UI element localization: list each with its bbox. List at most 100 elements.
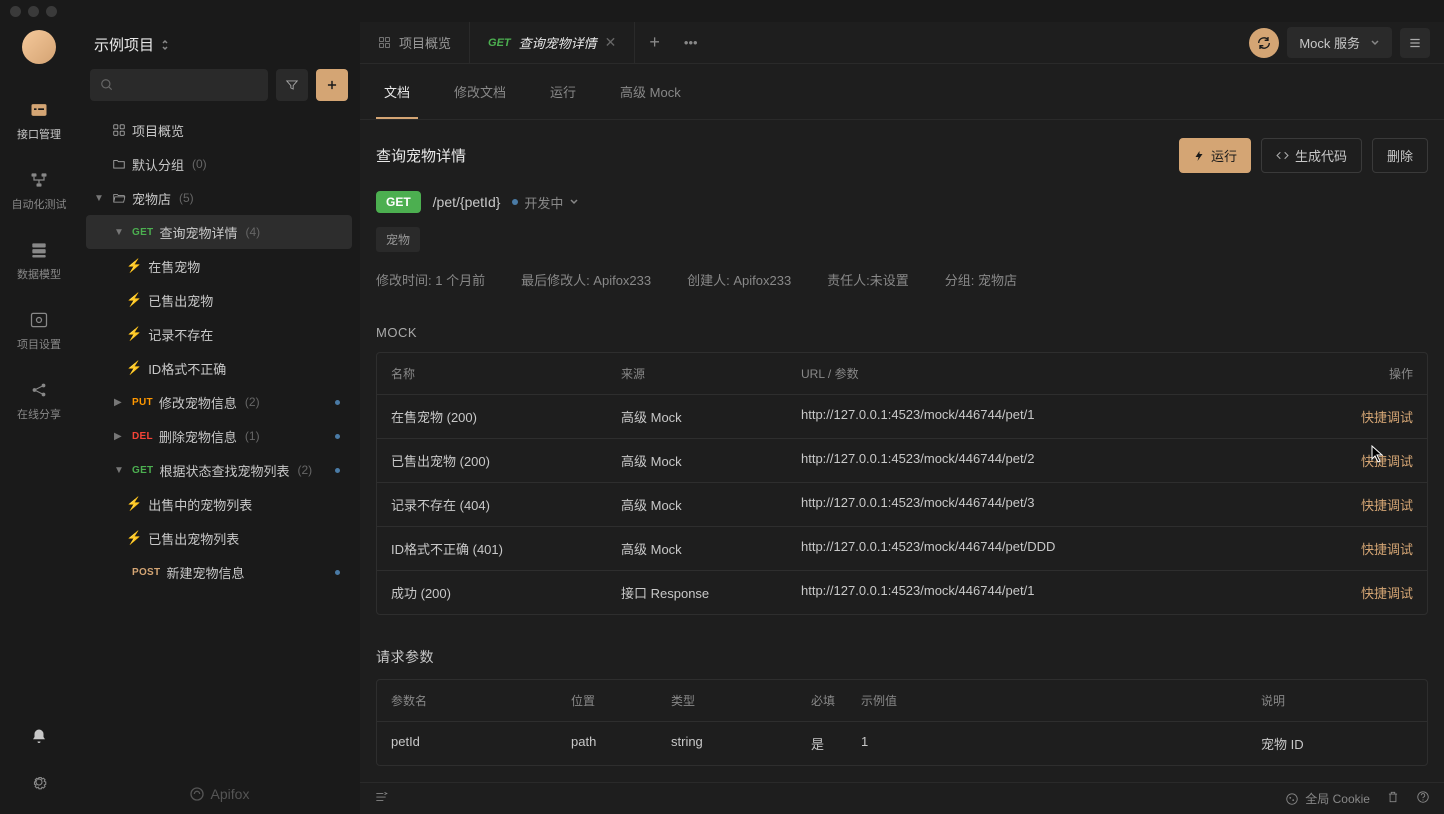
tree-label: 查询宠物详情 [159,223,237,242]
trash-button[interactable] [1386,790,1400,807]
tree-del-pet[interactable]: ▶ DEL 删除宠物信息 (1) [86,419,352,453]
minimize-window-icon[interactable] [28,6,39,17]
col-header: 说明 [1261,692,1413,709]
tree-overview[interactable]: 项目概览 [86,113,352,147]
meta-row: 修改时间: 1 个月前 最后修改人: Apifox233 创建人: Apifox… [376,270,1428,289]
new-tab-button[interactable]: + [635,22,674,63]
close-window-icon[interactable] [10,6,21,17]
chevron-down-icon: ▼ [114,465,126,476]
settings-panel-icon [29,310,49,330]
tree-resp-sold[interactable]: ⚡ 已售出宠物 [86,283,352,317]
gear-icon[interactable] [30,773,48,794]
project-selector[interactable]: 示例项目 [86,22,352,69]
collapse-panel-button[interactable] [374,790,388,807]
avatar[interactable] [22,30,56,64]
bolt-icon [1193,150,1205,162]
delete-button[interactable]: 删除 [1372,138,1428,173]
tree-resp-sold-list[interactable]: ⚡ 已售出宠物列表 [86,521,352,555]
sync-button[interactable] [1249,28,1279,58]
tree-resp-on-sale[interactable]: ⚡ 在售宠物 [86,249,352,283]
cell-name: ID格式不正确 (401) [391,539,621,558]
help-button[interactable] [1416,790,1430,807]
status-dot-icon [335,434,340,439]
tree-get-by-status[interactable]: ▼ GET 根据状态查找宠物列表 (2) [86,453,352,487]
menu-icon [1408,36,1422,50]
subtab-advanced-mock[interactable]: 高级 Mock [612,64,689,119]
cell-param-pos: path [571,734,671,753]
run-button[interactable]: 运行 [1179,138,1251,173]
tree-get-pet-detail[interactable]: ▼ GET 查询宠物详情 (4) [86,215,352,249]
meta-modifier: 最后修改人: Apifox233 [521,270,651,289]
sync-icon [1256,35,1272,51]
tree-post-pet[interactable]: POST 新建宠物信息 [86,555,352,589]
tab-overview[interactable]: 项目概览 [360,22,470,63]
method-badge: DEL [132,431,153,442]
generate-code-button[interactable]: 生成代码 [1261,138,1362,173]
brand-label: Apifox [211,786,250,802]
search-icon [100,78,114,92]
subtab-run[interactable]: 运行 [542,64,584,119]
tree-count: (2) [245,395,260,409]
sub-tabs: 文档 修改文档 运行 高级 Mock [360,64,1444,120]
menu-button[interactable] [1400,28,1430,58]
tree-label: 新建宠物信息 [166,563,244,582]
api-icon [29,100,49,120]
subtab-doc[interactable]: 文档 [376,64,418,119]
plus-icon [325,78,339,92]
chevron-down-icon [569,197,579,207]
quick-debug-button[interactable]: 快捷调试 [1343,407,1413,426]
col-header: 操作 [1343,365,1413,382]
chevron-down-icon: ▼ [94,193,106,204]
tree-label: 项目概览 [132,121,184,140]
cell-source: 接口 Response [621,583,801,602]
tree-resp-not-found[interactable]: ⚡ 记录不存在 [86,317,352,351]
tree-count: (2) [297,463,312,477]
cell-name: 成功 (200) [391,583,621,602]
filter-button[interactable] [276,69,308,101]
add-button[interactable] [316,69,348,101]
nav-share[interactable]: 在线分享 [17,380,61,422]
status-bar: 全局 Cookie [360,782,1444,814]
table-row: 记录不存在 (404) 高级 Mock http://127.0.0.1:452… [377,483,1427,527]
global-cookie-button[interactable]: 全局 Cookie [1285,790,1370,807]
tree-label: 默认分组 [132,155,184,174]
quick-debug-button[interactable]: 快捷调试 [1343,451,1413,470]
col-header: 必填 [811,692,861,709]
table-row: 成功 (200) 接口 Response http://127.0.0.1:45… [377,571,1427,614]
trash-icon [1386,790,1400,804]
tree-label: 在售宠物 [148,257,200,276]
table-row: ID格式不正确 (401) 高级 Mock http://127.0.0.1:4… [377,527,1427,571]
cell-name: 已售出宠物 (200) [391,451,621,470]
search-input[interactable] [90,69,268,101]
tree-label: 删除宠物信息 [159,427,237,446]
tree-resp-invalid-id[interactable]: ⚡ ID格式不正确 [86,351,352,385]
tree-resp-selling-list[interactable]: ⚡ 出售中的宠物列表 [86,487,352,521]
quick-debug-button[interactable]: 快捷调试 [1343,495,1413,514]
quick-debug-button[interactable]: 快捷调试 [1343,539,1413,558]
cell-source: 高级 Mock [621,495,801,514]
nav-api-management[interactable]: 接口管理 [17,100,61,142]
close-icon[interactable]: ✕ [605,34,617,51]
tree-default-group[interactable]: 默认分组 (0) [86,147,352,181]
tag-chip[interactable]: 宠物 [376,227,420,252]
bolt-icon: ⚡ [126,360,142,376]
nav-automation-test[interactable]: 自动化测试 [12,170,67,212]
tree-put-pet[interactable]: ▶ PUT 修改宠物信息 (2) [86,385,352,419]
subtab-edit[interactable]: 修改文档 [446,64,514,119]
tab-current-api[interactable]: GET 查询宠物详情 ✕ [470,22,635,63]
tree-petstore-folder[interactable]: ▼ 宠物店 (5) [86,181,352,215]
environment-selector[interactable]: Mock 服务 [1287,27,1392,58]
nav-data-model[interactable]: 数据模型 [17,240,61,282]
tab-more-button[interactable]: ••• [674,35,708,50]
project-name: 示例项目 [94,34,154,55]
maximize-window-icon[interactable] [46,6,57,17]
status-label: 开发中 [524,193,563,212]
folder-icon [112,157,126,171]
notifications-icon[interactable] [30,728,48,749]
status-selector[interactable]: 开发中 [512,193,579,212]
cell-url: http://127.0.0.1:4523/mock/446744/pet/1 [801,583,1343,602]
cell-name: 记录不存在 (404) [391,495,621,514]
quick-debug-button[interactable]: 快捷调试 [1343,583,1413,602]
tree-label: 根据状态查找宠物列表 [159,461,289,480]
nav-project-settings[interactable]: 项目设置 [17,310,61,352]
